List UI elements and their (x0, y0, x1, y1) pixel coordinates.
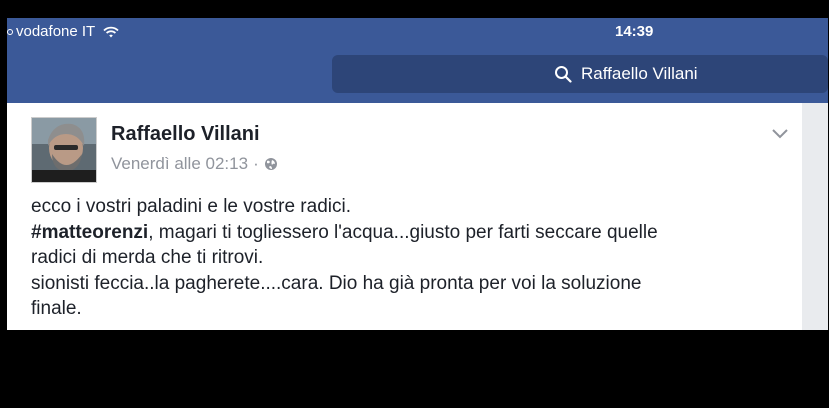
status-bar: vodafone IT 14:39 (7, 18, 828, 48)
post-line: sionisti feccia..la pagherete....cara. D… (31, 272, 642, 294)
post-line-text: , magari ti togliessero l'acqua...giusto… (148, 221, 658, 243)
top-bar: vodafone IT 14:39 Raffaello Villani (7, 18, 828, 103)
post-author[interactable]: Raffaello Villani (111, 123, 260, 146)
post-meta: Venerdì alle 02:13 · (111, 154, 278, 174)
post-line: #matteorenzi, magari ti togliessero l'ac… (31, 220, 791, 246)
post-timestamp[interactable]: Venerdì alle 02:13 (111, 154, 248, 174)
facebook-app-screen: vodafone IT 14:39 Raffaello Villani Raff… (7, 18, 828, 330)
post-line: ecco i vostri paladini e le vostre radic… (31, 196, 351, 217)
carrier-indicator: vodafone IT (7, 23, 119, 40)
search-query: Raffaello Villani (581, 64, 698, 83)
post-line: finale. (31, 298, 82, 319)
post-line: radici di merda che ti ritrovi. (31, 247, 264, 268)
post-card: Raffaello Villani Venerdì alle 02:13 · e… (7, 103, 802, 330)
status-time: 14:39 (615, 23, 654, 40)
post-body: ecco i vostri paladini e le vostre radic… (31, 194, 791, 322)
globe-icon (264, 158, 277, 170)
avatar[interactable] (31, 117, 97, 183)
carrier-name: vodafone IT (16, 23, 96, 40)
chevron-down-icon[interactable] (771, 127, 789, 139)
meta-separator: · (253, 154, 259, 173)
search-icon (555, 66, 572, 83)
wifi-icon (103, 26, 119, 37)
signal-dot-icon (7, 28, 13, 35)
search-input[interactable]: Raffaello Villani (332, 55, 828, 93)
avatar-photo (32, 118, 96, 182)
hashtag-link[interactable]: #matteorenzi (31, 222, 148, 243)
